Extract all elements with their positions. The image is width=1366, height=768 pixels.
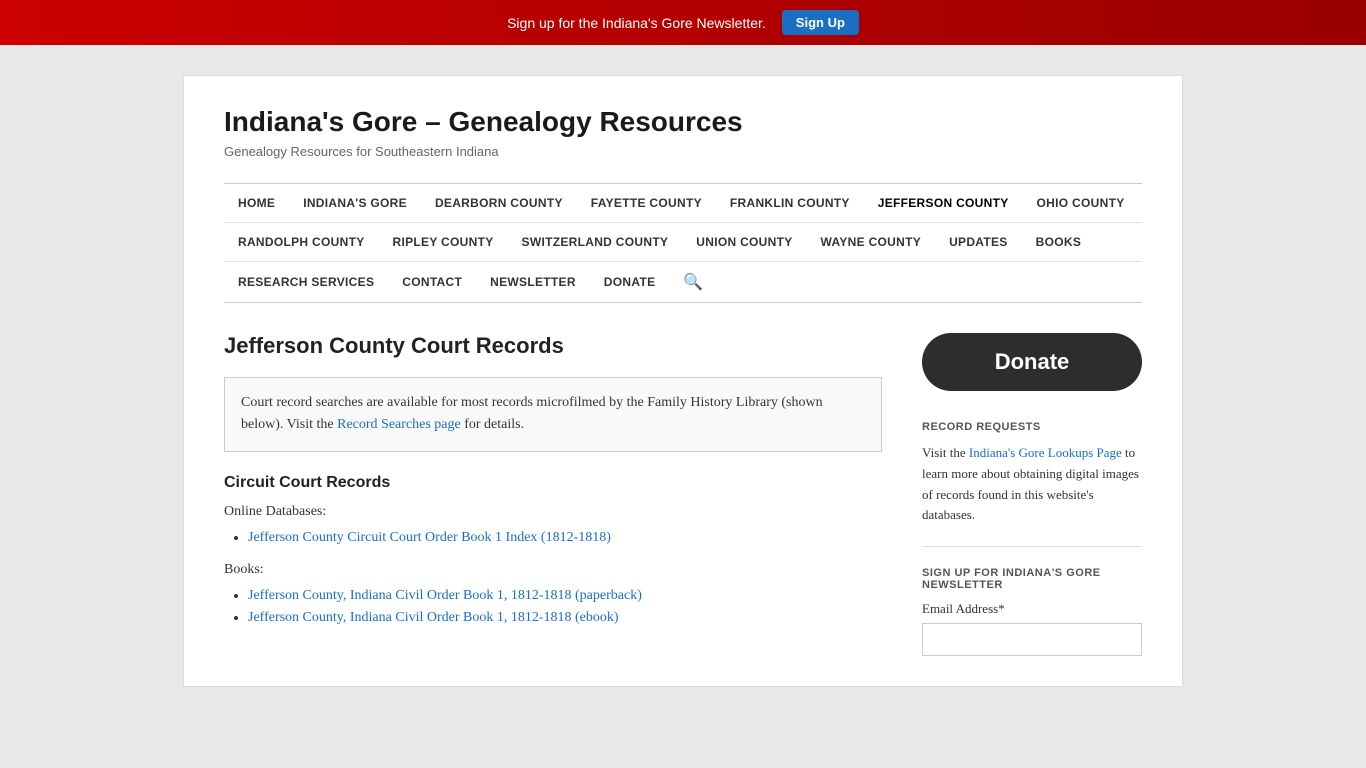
nav-donate[interactable]: DONATE [590,263,670,301]
book-link-1[interactable]: Jefferson County, Indiana Civil Order Bo… [248,588,642,603]
email-input[interactable] [922,623,1142,656]
nav-union-county[interactable]: UNION COUNTY [682,223,806,261]
content-area: Jefferson County Court Records Court rec… [224,333,1142,656]
email-label: Email Address* [922,601,1142,617]
record-requests-title: RECORD REQUESTS [922,421,1142,433]
circuit-court-heading: Circuit Court Records [224,474,882,492]
nav-contact[interactable]: CONTACT [388,263,476,301]
info-box-text-before: Court record searches are available for … [241,395,823,432]
page-heading: Jefferson County Court Records [224,333,882,359]
nav-newsletter[interactable]: NEWSLETTER [476,263,590,301]
nav-wayne-county[interactable]: WAYNE COUNTY [807,223,936,261]
nav-ripley-county[interactable]: RIPLEY COUNTY [379,223,508,261]
nav-home[interactable]: HOME [224,184,289,222]
sidebar: Donate RECORD REQUESTS Visit the Indiana… [922,333,1142,656]
main-container: Indiana's Gore – Genealogy Resources Gen… [183,75,1183,687]
online-links-list: Jefferson County Circuit Court Order Boo… [248,530,882,546]
record-requests-text-before: Visit the [922,445,969,460]
banner-signup-button[interactable]: Sign Up [782,10,859,35]
books-list: Jefferson County, Indiana Civil Order Bo… [248,588,882,626]
newsletter-title: SIGN UP FOR INDIANA'S GORE NEWSLETTER [922,567,1142,591]
online-databases-label: Online Databases: [224,504,882,520]
nav-fayette-county[interactable]: FAYETTE COUNTY [577,184,716,222]
record-searches-link[interactable]: Record Searches page [337,417,461,432]
book-link-2[interactable]: Jefferson County, Indiana Civil Order Bo… [248,610,619,625]
main-content: Jefferson County Court Records Court rec… [224,333,882,656]
online-link-1[interactable]: Jefferson County Circuit Court Order Boo… [248,530,611,545]
list-item: Jefferson County Circuit Court Order Boo… [248,530,882,546]
nav-row-1: HOME INDIANA'S GORE DEARBORN COUNTY FAYE… [224,184,1142,223]
nav-dearborn-county[interactable]: DEARBORN COUNTY [421,184,577,222]
nav-row-2: RANDOLPH COUNTY RIPLEY COUNTY SWITZERLAN… [224,223,1142,262]
nav-updates[interactable]: UPDATES [935,223,1022,261]
list-item: Jefferson County, Indiana Civil Order Bo… [248,588,882,604]
books-label: Books: [224,562,882,578]
banner-text: Sign up for the Indiana's Gore Newslette… [507,15,766,31]
list-item: Jefferson County, Indiana Civil Order Bo… [248,610,882,626]
info-box: Court record searches are available for … [224,377,882,452]
site-title: Indiana's Gore – Genealogy Resources [224,106,1142,138]
sidebar-divider [922,546,1142,547]
top-banner: Sign up for the Indiana's Gore Newslette… [0,0,1366,45]
navigation: HOME INDIANA'S GORE DEARBORN COUNTY FAYE… [224,183,1142,303]
search-icon[interactable]: 🔍 [669,262,717,302]
site-subtitle: Genealogy Resources for Southeastern Ind… [224,144,1142,159]
lookups-page-link[interactable]: Indiana's Gore Lookups Page [969,445,1122,460]
nav-switzerland-county[interactable]: SWITZERLAND COUNTY [508,223,683,261]
nav-jefferson-county[interactable]: JEFFERSON COUNTY [864,184,1023,222]
nav-randolph-county[interactable]: RANDOLPH COUNTY [224,223,379,261]
nav-indianas-gore[interactable]: INDIANA'S GORE [289,184,421,222]
nav-row-3: RESEARCH SERVICES CONTACT NEWSLETTER DON… [224,262,1142,302]
nav-research-services[interactable]: RESEARCH SERVICES [224,263,388,301]
info-box-text-after: for details. [461,417,524,432]
nav-franklin-county[interactable]: FRANKLIN COUNTY [716,184,864,222]
nav-books[interactable]: BOOKS [1022,223,1096,261]
record-requests-text: Visit the Indiana's Gore Lookups Page to… [922,443,1142,526]
nav-ohio-county[interactable]: OHIO COUNTY [1023,184,1139,222]
donate-button[interactable]: Donate [922,333,1142,391]
